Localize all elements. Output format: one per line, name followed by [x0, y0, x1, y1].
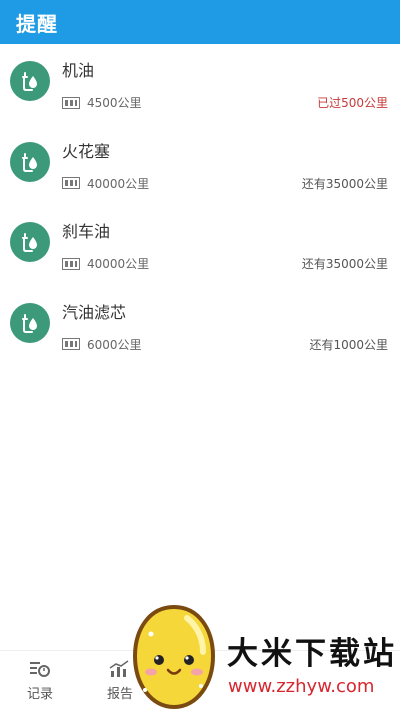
item-mileage-row: 40000公里: [62, 255, 149, 272]
odometer-icon: [62, 338, 80, 350]
item-mileage-row: 6000公里: [62, 336, 142, 353]
item-status: 还有35000公里: [301, 176, 388, 191]
odometer-icon: [62, 177, 80, 189]
item-status: 还有35000公里: [301, 257, 388, 271]
reminder-item[interactable]: 刹车油 40000公里 还有35000公里: [0, 205, 400, 286]
reminder-item[interactable]: 汽油滤芯 6000公里 还有1000公里: [0, 286, 400, 367]
oil-drop-icon: [10, 141, 50, 182]
item-mileage-row: 4500公里: [62, 94, 142, 111]
record-icon: [30, 662, 50, 677]
item-name: 机油: [62, 61, 95, 80]
item-mileage: 6000公里: [87, 337, 142, 352]
top-bar: 提醒: [0, 0, 400, 44]
item-name: 刹车油: [62, 222, 111, 241]
item-mileage: 40000公里: [87, 257, 150, 271]
item-status: 还有1000公里: [309, 337, 388, 352]
nav-item-record[interactable]: 记录: [10, 659, 70, 702]
oil-drop-icon: [10, 222, 50, 262]
oil-drop-icon: [10, 302, 50, 343]
watermark-url: www.zzhyw.com: [228, 676, 375, 697]
watermark: 大米下载站 www.zzhyw.com: [125, 600, 400, 711]
item-mileage-row: 40000公里: [62, 175, 149, 192]
reminder-list: 机油 4500公里 已过500公里 火花塞 40000公里 还有35000公里 …: [0, 44, 400, 366]
item-mileage: 40000公里: [87, 176, 150, 191]
nav-label-record: 记录: [26, 687, 53, 702]
item-mileage: 4500公里: [87, 96, 142, 110]
reminder-item[interactable]: 机油 4500公里 已过500公里: [0, 44, 400, 125]
item-name: 汽油滤芯: [62, 302, 127, 322]
watermark-title: 大米下载站: [227, 636, 397, 672]
odometer-icon: [62, 257, 80, 270]
odometer-icon: [62, 96, 80, 109]
reminder-item[interactable]: 火花塞 40000公里 还有35000公里: [0, 125, 400, 206]
item-status: 已过500公里: [317, 96, 388, 110]
oil-drop-icon: [10, 61, 50, 101]
rice-mascot-icon: [132, 604, 216, 710]
page-title: 提醒: [16, 11, 58, 36]
item-name: 火花塞: [62, 141, 111, 161]
